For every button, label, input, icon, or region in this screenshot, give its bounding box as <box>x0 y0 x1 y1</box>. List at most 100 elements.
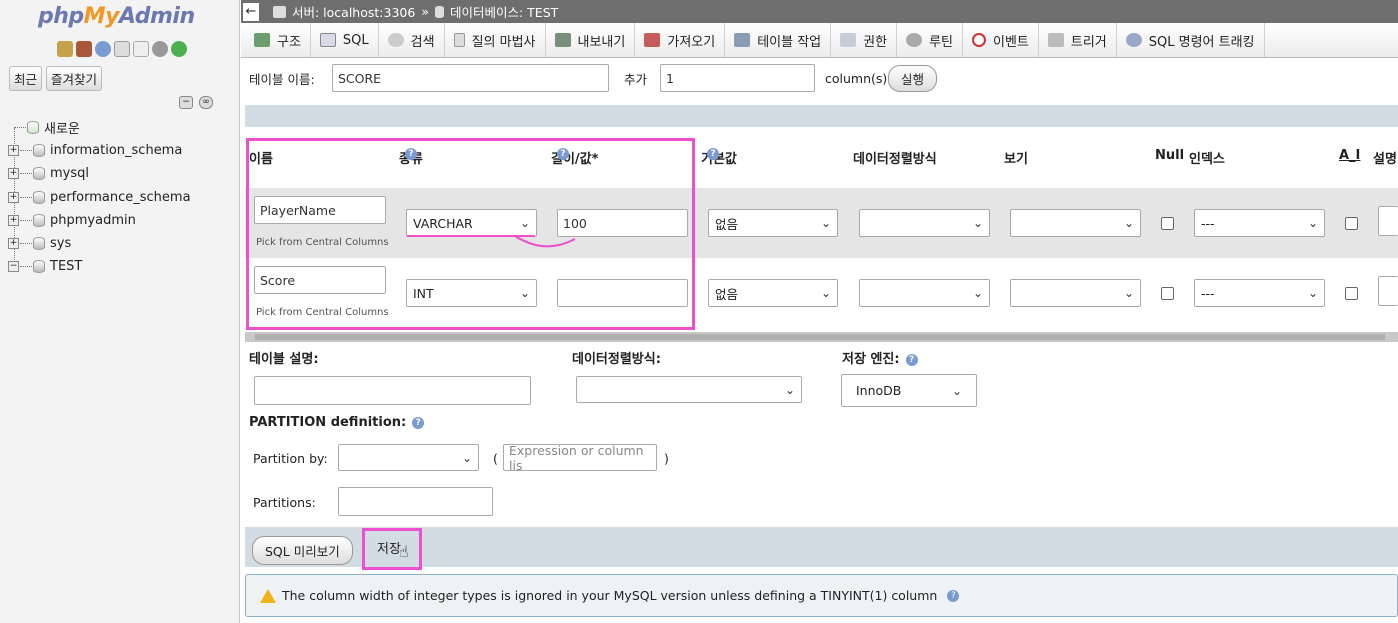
query-icon <box>453 33 465 47</box>
link-icon[interactable]: ∞ <box>199 96 213 109</box>
tab-search[interactable]: 검색 <box>379 23 445 57</box>
comment-input[interactable] <box>1378 276 1398 306</box>
collation-select[interactable]: ⌄ <box>859 279 990 307</box>
collation-select[interactable]: ⌄ <box>859 209 990 237</box>
tab-query[interactable]: 질의 마법사 <box>445 23 546 57</box>
partition-expression-input[interactable]: Expression or column lis <box>503 443 657 473</box>
partition-by-select[interactable]: ⌄ <box>338 444 479 471</box>
tab-triggers[interactable]: 트리거 <box>1039 23 1117 57</box>
table-collation-select[interactable]: ⌄ <box>576 376 802 403</box>
add-label: 추가 <box>624 71 648 87</box>
gear-icon[interactable] <box>152 41 168 57</box>
ai-checkbox[interactable] <box>1345 217 1358 230</box>
default-select[interactable]: 없음 ⌄ <box>708 279 838 307</box>
collation-label: 데이터정렬방식: <box>572 352 661 367</box>
index-select[interactable]: --- ⌄ <box>1194 209 1325 237</box>
tab-sql[interactable]: SQL <box>311 23 379 57</box>
expand-icon[interactable]: + <box>8 191 19 203</box>
help-icon[interactable]: ? <box>707 148 719 160</box>
partitions-input[interactable] <box>338 487 493 516</box>
triggers-icon <box>1047 33 1064 47</box>
chevron-down-icon: ⌄ <box>1307 286 1318 300</box>
copy-icon[interactable] <box>133 41 149 57</box>
index-select[interactable]: --- ⌄ <box>1194 279 1325 307</box>
recent-tab[interactable]: 최근 <box>9 66 43 91</box>
tree-item-performance-schema[interactable]: + performance_schema <box>8 186 191 209</box>
help-icon[interactable] <box>95 41 111 57</box>
reload-icon[interactable] <box>171 41 187 57</box>
null-checkbox[interactable] <box>1161 217 1174 230</box>
tree-item-information-schema[interactable]: + information_schema <box>8 139 191 162</box>
table-name-label: 테이블 이름: <box>249 71 315 87</box>
comment-input[interactable] <box>1378 206 1398 236</box>
collapse-icon[interactable]: − <box>8 261 19 273</box>
export-icon <box>554 33 571 47</box>
chevron-down-icon: ⌄ <box>820 216 831 230</box>
tree-item-new[interactable]: 새로운 <box>8 116 191 139</box>
ai-checkbox[interactable] <box>1345 287 1358 300</box>
breadcrumb-server[interactable]: 서버: localhost:3306 <box>292 2 415 21</box>
database-icon <box>434 5 444 18</box>
engine-select[interactable]: InnoDB ⌄ <box>841 374 977 407</box>
tab-tracking[interactable]: SQL 명령어 트래킹 <box>1117 23 1265 57</box>
favorites-tab[interactable]: 즐겨찾기 <box>46 66 103 91</box>
chevron-down-icon: ⌄ <box>972 216 983 230</box>
tab-structure[interactable]: 구조 <box>245 23 311 57</box>
columns-unit-label: column(s) <box>825 70 888 86</box>
expand-icon[interactable]: + <box>8 145 19 157</box>
attributes-select[interactable]: ⌄ <box>1010 209 1141 237</box>
chevron-down-icon: ⌄ <box>951 383 962 398</box>
expand-icon[interactable]: + <box>8 168 19 180</box>
tab-routines[interactable]: 루틴 <box>897 23 963 57</box>
tree-item-test[interactable]: − TEST <box>8 255 191 278</box>
database-tree: 새로운 + information_schema + mysql + performa… <box>8 116 191 278</box>
engine-label: 저장 엔진: <box>842 352 900 367</box>
chevron-down-icon: ⌄ <box>1123 216 1134 230</box>
tab-operations[interactable]: 테이블 작업 <box>725 23 832 57</box>
tab-export[interactable]: 내보내기 <box>546 23 636 57</box>
search-icon <box>387 33 404 47</box>
database-icon <box>33 237 45 251</box>
help-icon[interactable]: ? <box>412 416 425 429</box>
new-db-icon <box>27 121 39 135</box>
table-comment-label: 테이블 설명: <box>249 352 319 367</box>
default-select[interactable]: 없음 ⌄ <box>708 209 838 237</box>
sql-preview-button[interactable]: SQL 미리보기 <box>252 536 353 565</box>
chevron-down-icon: ⌄ <box>784 382 795 397</box>
expand-icon[interactable]: + <box>8 238 19 250</box>
tree-item-mysql[interactable]: + mysql <box>8 162 191 185</box>
breadcrumb-database[interactable]: 데이터베이스: TEST <box>450 2 558 21</box>
eye-icon <box>1125 33 1142 47</box>
tab-events[interactable]: 이벤트 <box>963 23 1039 57</box>
partition-by-label: Partition by: <box>253 451 328 466</box>
back-arrow-icon[interactable]: ← <box>243 2 259 21</box>
chevron-down-icon: ⌄ <box>820 286 831 300</box>
sql-icon <box>319 33 336 47</box>
logout-icon[interactable] <box>76 41 92 57</box>
main-panel: ← 서버: localhost:3306 » 데이터베이스: TEST 구조 S… <box>241 0 1398 623</box>
expand-icon[interactable]: + <box>8 214 19 226</box>
add-columns-input[interactable]: 1 <box>660 64 815 92</box>
help-icon[interactable]: ? <box>947 589 960 602</box>
tree-item-phpmyadmin[interactable]: + phpmyadmin <box>8 209 191 232</box>
chevron-down-icon: ⌄ <box>972 286 983 300</box>
docs-icon[interactable] <box>114 41 130 57</box>
null-checkbox[interactable] <box>1161 287 1174 300</box>
phpmyadmin-logo[interactable]: phpMyAdmin <box>38 4 195 29</box>
table-name-input[interactable]: SCORE <box>332 64 609 92</box>
wrench-icon <box>734 33 751 47</box>
collapse-all-icon[interactable]: − <box>179 96 193 109</box>
database-icon <box>33 190 45 204</box>
home-icon[interactable] <box>57 41 73 57</box>
horizontal-scrollbar[interactable] <box>245 332 1398 342</box>
structure-icon <box>254 33 270 47</box>
tree-item-sys[interactable]: + sys <box>8 232 191 255</box>
tab-import[interactable]: 가져오기 <box>635 23 726 57</box>
table-comment-input[interactable] <box>254 376 531 405</box>
chevron-down-icon: ⌄ <box>1123 286 1134 300</box>
go-button[interactable]: 실행 <box>888 64 938 92</box>
help-icon[interactable]: ? <box>905 353 918 366</box>
tab-privileges[interactable]: 권한 <box>831 23 898 57</box>
server-icon <box>273 5 286 18</box>
attributes-select[interactable]: ⌄ <box>1010 279 1141 307</box>
